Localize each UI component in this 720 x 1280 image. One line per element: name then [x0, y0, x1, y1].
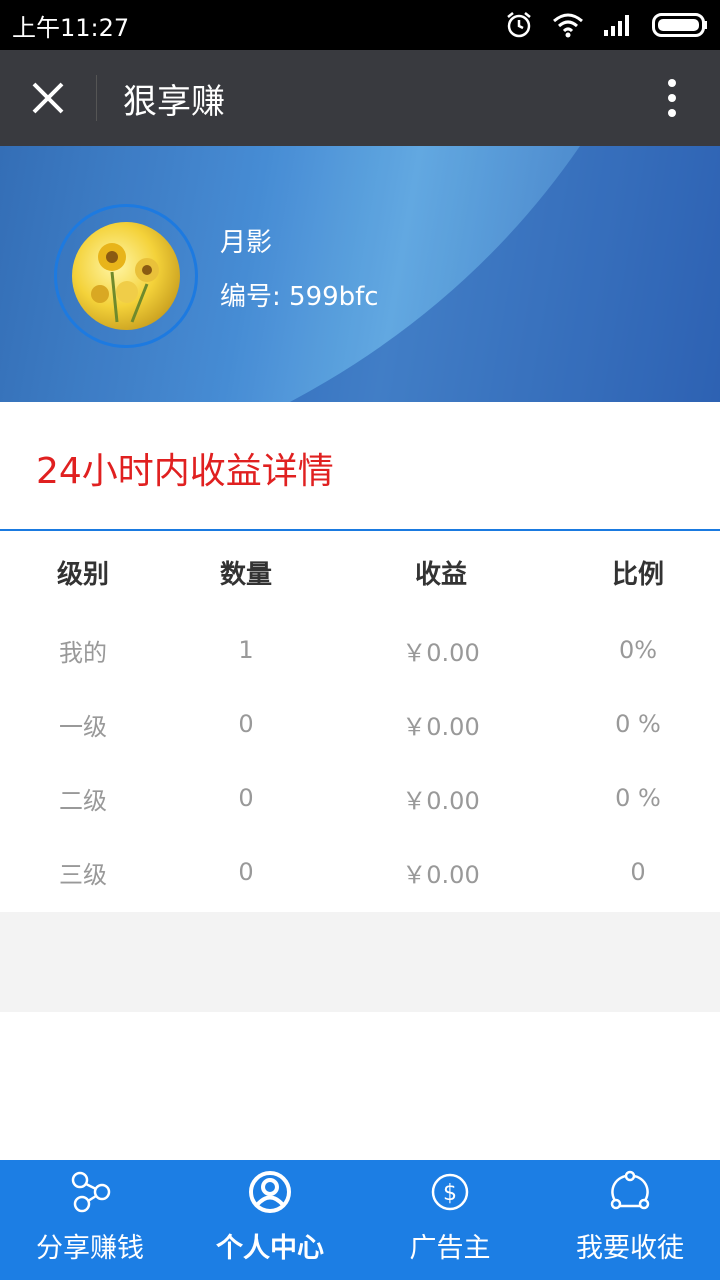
nav-label: 分享赚钱 — [36, 1233, 144, 1264]
sunflower-image — [91, 243, 159, 323]
footer-spacer — [0, 912, 720, 1012]
cell-level: 二级 — [59, 786, 107, 815]
table-row: 一级 0 ￥0.00 0 % — [0, 687, 720, 761]
avatar-ring — [54, 204, 198, 348]
table-row: 三级 0 ￥0.00 0 — [0, 835, 720, 909]
share-network-icon — [68, 1170, 112, 1214]
user-circle-icon — [248, 1170, 292, 1214]
table-header-row: 级别 数量 收益 比例 — [0, 531, 720, 613]
battery-icon — [652, 13, 708, 37]
header-ratio: 比例 — [611, 559, 664, 590]
status-time: 上午11:27 — [12, 13, 130, 42]
cell-count: 0 — [238, 858, 254, 886]
more-button[interactable] — [624, 50, 720, 146]
page-title: 狠享赚 — [123, 81, 225, 122]
header-income: 收益 — [414, 559, 467, 590]
bottom-nav: 分享赚钱 个人中心 $ 广告主 我要收徒 — [0, 1160, 720, 1280]
cell-income: ￥0.00 — [402, 860, 480, 889]
nav-recruit[interactable]: 我要收徒 — [540, 1160, 720, 1280]
profile-banner: 月影 编号: 599bfc — [0, 146, 720, 402]
cell-income: ￥0.00 — [402, 638, 480, 667]
status-icons — [504, 10, 708, 40]
section-title: 24小时内收益详情 — [36, 451, 334, 492]
cell-level: 三级 — [59, 860, 107, 889]
nav-profile[interactable]: 个人中心 — [180, 1160, 360, 1280]
user-id: 编号: 599bfc — [220, 282, 379, 312]
title-divider — [96, 75, 97, 121]
cell-level: 我的 — [59, 638, 107, 667]
table-row: 我的 1 ￥0.00 0% — [0, 613, 720, 687]
svg-text:$: $ — [443, 1181, 457, 1206]
dollar-circle-icon: $ — [428, 1170, 472, 1214]
nav-label: 个人中心 — [216, 1233, 324, 1264]
status-bar: 上午11:27 — [0, 0, 720, 50]
cell-ratio: 0% — [618, 636, 658, 664]
share-circle-icon — [608, 1170, 652, 1214]
header-level: 级别 — [56, 559, 109, 590]
cell-count: 0 — [238, 710, 254, 738]
cell-level: 一级 — [59, 712, 107, 741]
cell-ratio: 0 % — [615, 710, 661, 738]
cell-ratio: 0 % — [615, 784, 661, 812]
header-count: 数量 — [219, 559, 272, 590]
nav-advertiser[interactable]: $ 广告主 — [360, 1160, 540, 1280]
more-vertical-icon — [668, 79, 676, 117]
close-icon — [32, 82, 64, 114]
avatar[interactable] — [72, 222, 180, 330]
cell-count: 0 — [238, 784, 254, 812]
cell-income: ￥0.00 — [402, 786, 480, 815]
alarm-icon — [504, 10, 534, 40]
earnings-table: 级别 数量 收益 比例 我的 1 ￥0.00 0% 一级 0 ￥0.00 0 %… — [0, 531, 720, 909]
cell-count: 1 — [238, 636, 254, 664]
signal-icon — [602, 12, 634, 38]
cell-income: ￥0.00 — [402, 712, 480, 741]
title-bar: 狠享赚 — [0, 50, 720, 146]
cell-ratio: 0 — [630, 858, 646, 886]
table-row: 二级 0 ￥0.00 0 % — [0, 761, 720, 835]
close-button[interactable] — [0, 50, 96, 146]
nav-label: 广告主 — [409, 1233, 491, 1264]
wifi-icon — [552, 12, 584, 38]
nav-label: 我要收徒 — [576, 1233, 684, 1264]
user-name: 月影 — [220, 228, 273, 258]
nav-share-earn[interactable]: 分享赚钱 — [0, 1160, 180, 1280]
